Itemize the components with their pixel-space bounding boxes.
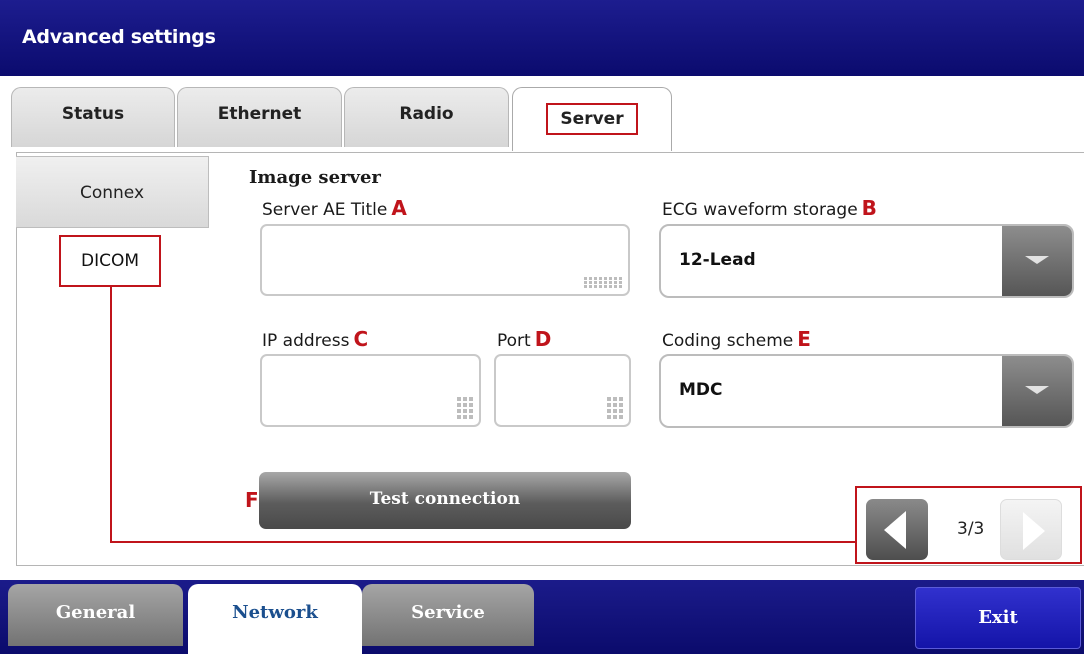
section-title: Image server: [249, 167, 381, 188]
tab-general[interactable]: General: [8, 584, 183, 646]
test-connection-label: Test connection: [369, 489, 521, 509]
coding-scheme-value: MDC: [679, 380, 723, 400]
marker-b: B: [861, 196, 877, 220]
ecg-waveform-storage-value: 12-Lead: [679, 250, 756, 270]
numeric-keypad-icon: [457, 397, 473, 419]
ip-address-label: IP address C: [262, 327, 368, 351]
port-label-text: Port: [497, 331, 531, 351]
tab-radio-label: Radio: [399, 104, 454, 124]
ip-address-label-text: IP address: [262, 331, 350, 351]
port-input[interactable]: [494, 354, 631, 427]
next-page-button[interactable]: [1000, 499, 1062, 560]
tab-status-label: Status: [61, 104, 125, 124]
ip-address-input[interactable]: [260, 354, 481, 427]
sidebar-item-connex-label: Connex: [79, 183, 145, 203]
tab-server-label: Server: [546, 103, 638, 135]
port-label: Port D: [497, 327, 551, 351]
tab-service[interactable]: Service: [362, 584, 534, 646]
marker-a: A: [391, 196, 407, 220]
tab-status[interactable]: Status: [11, 87, 175, 147]
tab-server[interactable]: Server: [512, 87, 672, 151]
title-bar: Advanced settings: [0, 0, 1084, 76]
marker-c: C: [353, 327, 369, 351]
tab-general-label: General: [55, 602, 136, 623]
ecg-waveform-storage-label-text: ECG waveform storage: [662, 200, 858, 220]
numeric-keypad-icon: [607, 397, 623, 419]
previous-page-button[interactable]: [866, 499, 928, 560]
tab-network[interactable]: Network: [188, 584, 362, 654]
coding-scheme-label: Coding scheme E: [662, 327, 811, 351]
page-indicator: 3/3: [957, 519, 985, 539]
sidebar-item-dicom[interactable]: DICOM: [59, 235, 161, 287]
marker-e: E: [797, 327, 811, 351]
ecg-waveform-storage-select[interactable]: 12-Lead: [659, 224, 1074, 298]
exit-label: Exit: [978, 607, 1018, 628]
tab-ethernet[interactable]: Ethernet: [177, 87, 342, 147]
keyboard-icon: [584, 277, 622, 288]
ecg-waveform-storage-label: ECG waveform storage B: [662, 196, 877, 220]
server-ae-title-label-text: Server AE Title: [262, 200, 388, 220]
sidebar-item-dicom-label: DICOM: [80, 251, 140, 271]
window-title: Advanced settings: [22, 26, 216, 48]
marker-f: F: [245, 488, 259, 512]
tab-ethernet-label: Ethernet: [217, 104, 302, 124]
tab-network-label: Network: [232, 602, 318, 623]
tab-radio[interactable]: Radio: [344, 87, 509, 147]
chevron-down-icon[interactable]: [1002, 226, 1072, 296]
exit-button[interactable]: Exit: [915, 587, 1081, 649]
tab-service-label: Service: [411, 602, 485, 623]
server-ae-title-input[interactable]: [260, 224, 630, 296]
server-ae-title-label: Server AE Title A: [262, 196, 407, 220]
coding-scheme-select[interactable]: MDC: [659, 354, 1074, 428]
marker-d: D: [534, 327, 552, 351]
sidebar-item-connex[interactable]: Connex: [16, 156, 209, 228]
test-connection-button[interactable]: Test connection: [259, 472, 631, 529]
coding-scheme-label-text: Coding scheme: [662, 331, 794, 351]
chevron-down-icon[interactable]: [1002, 356, 1072, 426]
